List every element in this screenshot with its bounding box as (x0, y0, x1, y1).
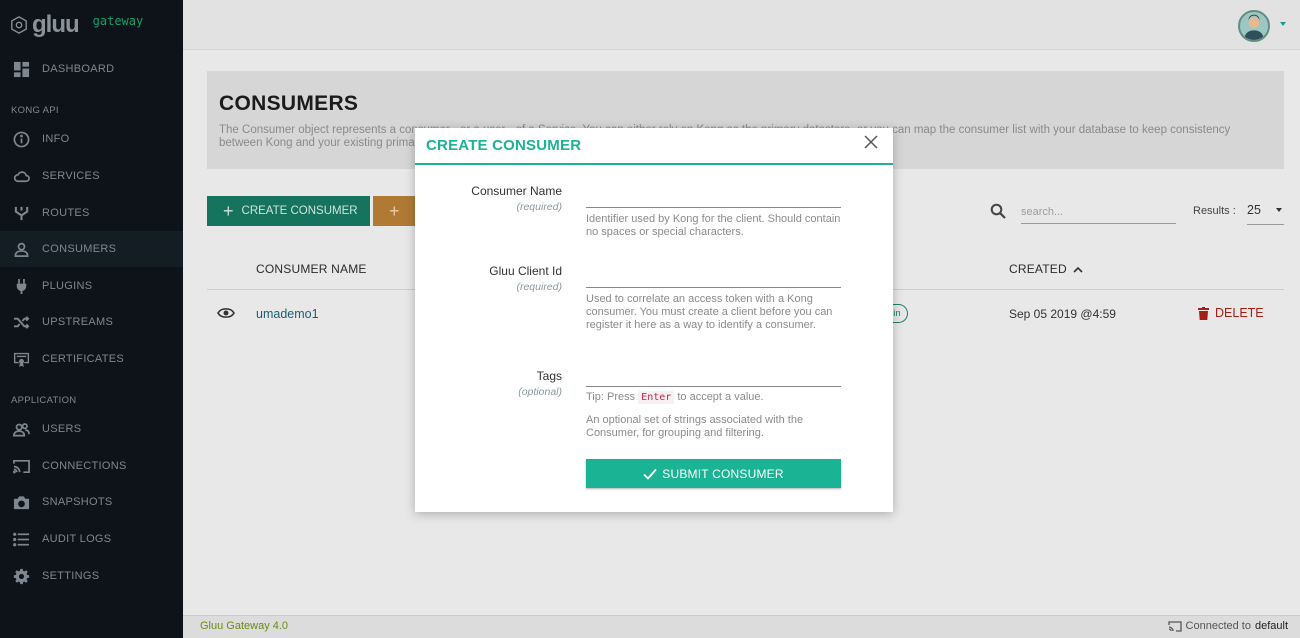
consumer-name-input[interactable] (586, 188, 841, 208)
client-id-help: Used to correlate an access token with a… (586, 293, 833, 331)
modal-header: CREATE CONSUMER (415, 128, 893, 165)
tags-optional: (optional) (518, 386, 562, 398)
tags-label: Tags (536, 369, 562, 383)
enter-key-hint: Enter (638, 391, 675, 404)
tags-tip: Tip: Press Enter to accept a value. (586, 391, 841, 404)
modal-title: CREATE CONSUMER (426, 137, 582, 154)
tags-tip-prefix: Tip: Press (586, 391, 636, 403)
client-id-label: Gluu Client Id (489, 264, 562, 278)
submit-consumer-button[interactable]: SUBMIT CONSUMER (586, 459, 841, 488)
tags-input[interactable] (586, 367, 841, 387)
check-icon (643, 468, 657, 480)
close-icon[interactable] (864, 135, 878, 149)
submit-consumer-label: SUBMIT CONSUMER (662, 466, 784, 481)
client-id-input[interactable] (586, 268, 841, 288)
tags-help: An optional set of strings associated wi… (586, 414, 804, 439)
create-consumer-modal: CREATE CONSUMER Consumer Name (required)… (415, 128, 893, 512)
consumer-name-help: Identifier used by Kong for the client. … (586, 213, 841, 238)
tags-tip-suffix: to accept a value. (677, 391, 764, 403)
consumer-name-label: Consumer Name (471, 184, 562, 198)
client-id-required: (required) (516, 281, 562, 293)
consumer-name-required: (required) (516, 201, 562, 213)
